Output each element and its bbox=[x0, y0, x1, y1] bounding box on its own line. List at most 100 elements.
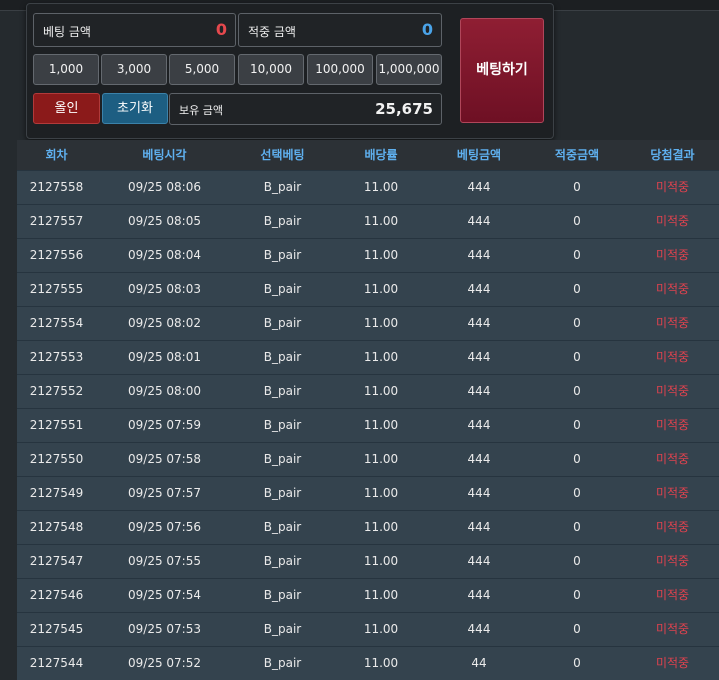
chip-5000-button[interactable]: 5,000 bbox=[169, 54, 235, 85]
win-amount-cell: 0 bbox=[573, 350, 581, 364]
win-amount-cell: 0 bbox=[573, 214, 581, 228]
bet-amount-value: 0 bbox=[215, 20, 227, 39]
bet-time-cell: 09/25 07:58 bbox=[128, 452, 201, 466]
table-row: 2127556 09/25 08:04 B_pair 11.00 444 0 미적중 bbox=[17, 238, 719, 272]
bet-amount-cell: 444 bbox=[467, 248, 491, 262]
selection-cell: B_pair bbox=[263, 248, 302, 262]
win-amount-cell: 0 bbox=[573, 180, 581, 194]
result-cell: 미적중 bbox=[655, 452, 690, 466]
win-amount-cell: 0 bbox=[573, 588, 581, 602]
bet-amount-cell: 444 bbox=[467, 452, 491, 466]
round-cell: 2127554 bbox=[29, 316, 84, 330]
bet-time-cell: 09/25 08:00 bbox=[128, 384, 201, 398]
win-amount-cell: 0 bbox=[573, 452, 581, 466]
table-row: 2127550 09/25 07:58 B_pair 11.00 444 0 미적중 bbox=[17, 442, 719, 476]
bet-amount-cell: 444 bbox=[467, 520, 491, 534]
bet-amount-cell: 444 bbox=[467, 180, 491, 194]
round-cell: 2127549 bbox=[29, 486, 84, 500]
round-cell: 2127551 bbox=[29, 418, 84, 432]
chip-3000-button[interactable]: 3,000 bbox=[101, 54, 167, 85]
odds-cell: 11.00 bbox=[363, 214, 399, 228]
odds-cell: 11.00 bbox=[363, 554, 399, 568]
odds-cell: 11.00 bbox=[363, 384, 399, 398]
selection-cell: B_pair bbox=[263, 214, 302, 228]
bet-amount-cell: 444 bbox=[467, 316, 491, 330]
win-amount-cell: 0 bbox=[573, 520, 581, 534]
place-bet-button[interactable]: 베팅하기 bbox=[460, 18, 544, 123]
table-row: 2127552 09/25 08:00 B_pair 11.00 444 0 미적중 bbox=[17, 374, 719, 408]
column-header-odds: 배당률 bbox=[364, 148, 398, 162]
balance-display: 보유 금액 25,675 bbox=[169, 93, 442, 125]
round-cell: 2127545 bbox=[29, 622, 84, 636]
result-cell: 미적중 bbox=[655, 214, 690, 228]
reset-button[interactable]: 초기화 bbox=[102, 93, 168, 124]
column-header-win-amount: 적중금액 bbox=[554, 148, 600, 162]
bet-amount-cell: 444 bbox=[467, 214, 491, 228]
chip-100000-button[interactable]: 100,000 bbox=[307, 54, 373, 85]
bet-time-cell: 09/25 07:52 bbox=[128, 656, 201, 670]
odds-cell: 11.00 bbox=[363, 520, 399, 534]
odds-cell: 11.00 bbox=[363, 418, 399, 432]
win-amount-cell: 0 bbox=[573, 282, 581, 296]
bet-amount-cell: 44 bbox=[471, 656, 487, 670]
win-amount-cell: 0 bbox=[573, 418, 581, 432]
result-cell: 미적중 bbox=[655, 520, 690, 534]
bet-amount-cell: 444 bbox=[467, 554, 491, 568]
odds-cell: 11.00 bbox=[363, 452, 399, 466]
round-cell: 2127548 bbox=[29, 520, 84, 534]
bet-amount-cell: 444 bbox=[467, 384, 491, 398]
table-row: 2127545 09/25 07:53 B_pair 11.00 444 0 미적중 bbox=[17, 612, 719, 646]
result-cell: 미적중 bbox=[655, 418, 690, 432]
win-amount-cell: 0 bbox=[573, 486, 581, 500]
win-amount-cell: 0 bbox=[573, 554, 581, 568]
selection-cell: B_pair bbox=[263, 622, 302, 636]
balance-label: 보유 금액 bbox=[179, 104, 223, 117]
table-header: 회차 베팅시각 선택베팅 배당률 베팅금액 적중금액 당첨결과 bbox=[17, 140, 719, 170]
selection-cell: B_pair bbox=[263, 282, 302, 296]
odds-cell: 11.00 bbox=[363, 248, 399, 262]
table-row: 2127557 09/25 08:05 B_pair 11.00 444 0 미적중 bbox=[17, 204, 719, 238]
selection-cell: B_pair bbox=[263, 452, 302, 466]
selection-cell: B_pair bbox=[263, 418, 302, 432]
bet-time-cell: 09/25 08:04 bbox=[128, 248, 201, 262]
bet-time-cell: 09/25 08:05 bbox=[128, 214, 201, 228]
result-cell: 미적중 bbox=[655, 622, 690, 636]
odds-cell: 11.00 bbox=[363, 486, 399, 500]
bet-amount-cell: 444 bbox=[467, 588, 491, 602]
selection-cell: B_pair bbox=[263, 180, 302, 194]
result-cell: 미적중 bbox=[655, 316, 690, 330]
bet-amount-cell: 444 bbox=[467, 282, 491, 296]
bet-amount-display: 베팅 금액 0 bbox=[33, 13, 236, 47]
result-cell: 미적중 bbox=[655, 656, 690, 670]
result-cell: 미적중 bbox=[655, 588, 690, 602]
bet-history-table: 회차 베팅시각 선택베팅 배당률 베팅금액 적중금액 당첨결과 2127558 0… bbox=[17, 140, 719, 680]
table-row: 2127546 09/25 07:54 B_pair 11.00 444 0 미적중 bbox=[17, 578, 719, 612]
bet-amount-cell: 444 bbox=[467, 486, 491, 500]
chip-10000-button[interactable]: 10,000 bbox=[238, 54, 304, 85]
bet-time-cell: 09/25 07:59 bbox=[128, 418, 201, 432]
odds-cell: 11.00 bbox=[363, 350, 399, 364]
chip-1000000-button[interactable]: 1,000,000 bbox=[376, 54, 442, 85]
chip-1000-button[interactable]: 1,000 bbox=[33, 54, 99, 85]
bet-time-cell: 09/25 07:54 bbox=[128, 588, 201, 602]
result-cell: 미적중 bbox=[655, 384, 690, 398]
selection-cell: B_pair bbox=[263, 520, 302, 534]
table-row: 2127555 09/25 08:03 B_pair 11.00 444 0 미적중 bbox=[17, 272, 719, 306]
table-row: 2127551 09/25 07:59 B_pair 11.00 444 0 미적중 bbox=[17, 408, 719, 442]
odds-cell: 11.00 bbox=[363, 282, 399, 296]
bet-amount-cell: 444 bbox=[467, 350, 491, 364]
win-amount-display: 적중 금액 0 bbox=[238, 13, 442, 47]
bet-time-cell: 09/25 07:55 bbox=[128, 554, 201, 568]
round-cell: 2127553 bbox=[29, 350, 84, 364]
round-cell: 2127556 bbox=[29, 248, 84, 262]
selection-cell: B_pair bbox=[263, 316, 302, 330]
selection-cell: B_pair bbox=[263, 588, 302, 602]
all-in-button[interactable]: 올인 bbox=[33, 93, 100, 124]
odds-cell: 11.00 bbox=[363, 180, 399, 194]
odds-cell: 11.00 bbox=[363, 588, 399, 602]
round-cell: 2127546 bbox=[29, 588, 84, 602]
win-amount-cell: 0 bbox=[573, 656, 581, 670]
bet-time-cell: 09/25 07:57 bbox=[128, 486, 201, 500]
bet-amount-cell: 444 bbox=[467, 418, 491, 432]
balance-value: 25,675 bbox=[375, 100, 433, 118]
